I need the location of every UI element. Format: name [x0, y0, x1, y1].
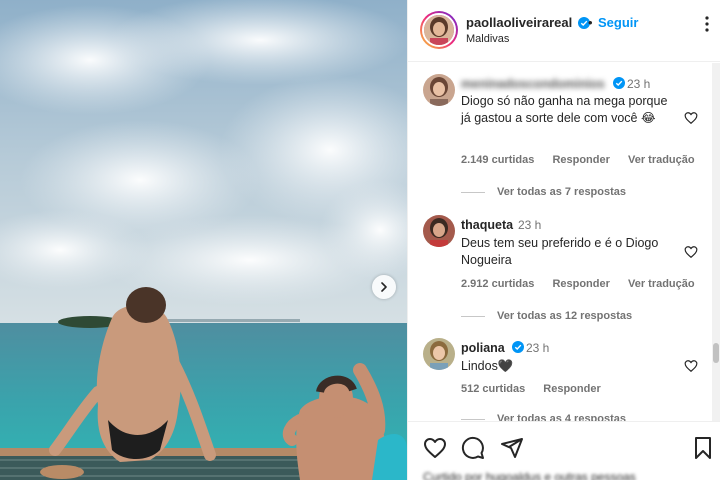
replies-divider [461, 191, 485, 193]
comments-list: meninadoscondominios 23 h Diogo só não g… [408, 63, 720, 421]
comment-text: Diogo só não ganha na mega porque já gas… [461, 94, 668, 125]
comment-meta: 512 curtidas Responder [461, 383, 616, 395]
post-location[interactable]: Maldivas [466, 33, 509, 45]
heart-icon[interactable] [684, 111, 698, 125]
comment-likes[interactable]: 512 curtidas [461, 383, 525, 395]
comment-meta: 2.149 curtidas Responder Ver tradução [461, 154, 710, 166]
comment-likes[interactable]: 2.149 curtidas [461, 154, 534, 166]
comment-meta: 2.912 curtidas Responder Ver tradução [461, 278, 710, 290]
replies-divider [461, 315, 485, 317]
translate-button[interactable]: Ver tradução [628, 154, 695, 166]
translate-button[interactable]: Ver tradução [628, 278, 695, 290]
comment-avatar[interactable] [423, 74, 455, 106]
reply-button[interactable]: Responder [552, 278, 609, 290]
next-photo-button[interactable] [372, 275, 396, 299]
post-header: paollaoliveirareal • Seguir Maldivas [408, 0, 720, 62]
like-heart-icon[interactable] [423, 436, 447, 460]
reply-button[interactable]: Responder [543, 383, 600, 395]
comment-time[interactable]: 23 h [627, 77, 650, 91]
comment-likes[interactable]: 2.912 curtidas [461, 278, 534, 290]
reply-button[interactable]: Responder [552, 154, 609, 166]
chevron-right-icon [381, 282, 387, 292]
verified-badge-icon [613, 77, 625, 89]
comment-username[interactable]: poliana [461, 341, 505, 355]
view-replies-label[interactable]: Ver todas as 12 respostas [497, 310, 632, 322]
scrollbar-thumb[interactable] [713, 343, 719, 363]
liked-by-text[interactable]: Curtido por hugoaldus e outras pessoas [423, 470, 636, 480]
comment-text: Lindos🖤 [461, 359, 514, 373]
comment-icon[interactable] [461, 436, 485, 460]
share-icon[interactable] [500, 436, 524, 460]
comments-scrollbar[interactable] [712, 63, 720, 421]
beach-photo-image [0, 0, 407, 480]
view-replies-button[interactable]: Ver todas as 7 respostas [461, 186, 626, 198]
heart-icon[interactable] [684, 359, 698, 373]
heart-icon[interactable] [684, 245, 698, 259]
post-side-panel: paollaoliveirareal • Seguir Maldivas men… [407, 0, 720, 480]
view-replies-label[interactable]: Ver todas as 7 respostas [497, 186, 626, 198]
replies-divider [461, 418, 485, 420]
comment-avatar[interactable] [423, 215, 455, 247]
author-username[interactable]: paollaoliveirareal [466, 15, 590, 30]
comment-time[interactable]: 23 h [526, 341, 549, 355]
more-options-icon[interactable] [699, 14, 715, 34]
view-replies-label[interactable]: Ver todas as 4 respostas [497, 413, 626, 421]
view-replies-button[interactable]: Ver todas as 12 respostas [461, 310, 632, 322]
bookmark-icon[interactable] [691, 436, 715, 460]
post-actions-bar: Curtido por hugoaldus e outras pessoas [408, 421, 720, 480]
comment-username[interactable]: meninadoscondominios [461, 77, 605, 91]
follow-button[interactable]: Seguir [598, 15, 638, 30]
comment-username[interactable]: thaqueta [461, 218, 513, 232]
view-replies-button[interactable]: Ver todas as 4 respostas [461, 413, 626, 421]
author-avatar[interactable] [420, 11, 458, 49]
verified-badge-icon [512, 341, 524, 353]
post-photo [0, 0, 407, 480]
comment-time[interactable]: 23 h [518, 218, 541, 232]
comment-text: Deus tem seu preferido e é o Diogo Nogue… [461, 236, 659, 267]
comment-avatar[interactable] [423, 338, 455, 370]
author-username-text[interactable]: paollaoliveirareal [466, 15, 572, 30]
separator-dot: • [588, 15, 593, 30]
